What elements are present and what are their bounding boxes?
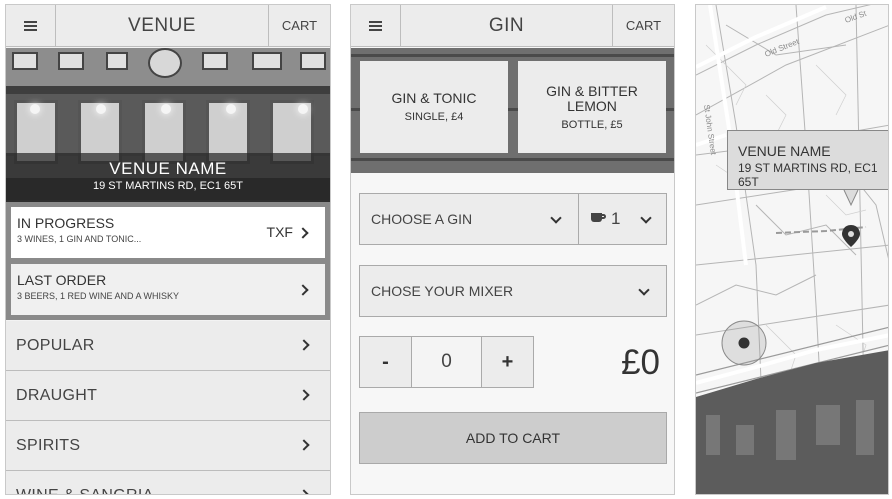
callout-venue-address: 19 ST MARTINS RD, EC1 65T: [738, 161, 878, 189]
order-code: TXF: [266, 224, 293, 240]
cart-button[interactable]: CART: [268, 5, 330, 46]
header: VENUE CART: [6, 5, 330, 47]
quantity-value[interactable]: 0: [411, 337, 482, 387]
category-spirits[interactable]: SPIRITS: [6, 421, 330, 471]
product-detail: BOTTLE, £5: [561, 118, 623, 131]
quantity-stepper: - 0 +: [359, 336, 534, 388]
last-order-card[interactable]: LAST ORDER 3 BEERS, 1 RED WINE AND A WHI…: [11, 264, 325, 315]
chevron-down-icon: [638, 284, 650, 296]
category-label: SPIRITS: [16, 436, 81, 454]
venue-callout[interactable]: VENUE NAME 19 ST MARTINS RD, EC1 65T: [727, 130, 888, 190]
venue-screen: VENUE CART VENUE NAME 19 ST MARTINS RD, …: [5, 4, 331, 495]
hamburger-icon[interactable]: [351, 5, 401, 46]
product-tile-gin-tonic[interactable]: GIN & TONIC SINGLE, £4: [360, 61, 508, 153]
map-screen: Old St Old Street St John Street VENUE N…: [695, 4, 889, 495]
in-progress-code: TXF: [266, 224, 309, 240]
hamburger-icon[interactable]: [6, 5, 56, 46]
choose-gin-select[interactable]: CHOOSE A GIN: [359, 193, 579, 245]
callout-venue-name: VENUE NAME: [738, 143, 831, 159]
category-wine-sangria[interactable]: WINE & SANGRIA: [6, 471, 330, 495]
page-title: VENUE: [128, 14, 196, 36]
mixer-label: CHOSE YOUR MIXER: [371, 283, 514, 299]
category-label: POPULAR: [16, 336, 95, 354]
mixer-select[interactable]: CHOSE YOUR MIXER: [359, 265, 667, 317]
cup-icon: [591, 212, 606, 222]
add-to-cart-button[interactable]: ADD TO CART: [359, 412, 667, 464]
street-label: Old Street: [763, 37, 800, 59]
cart-button[interactable]: CART: [612, 5, 674, 46]
gin-hero-image: GIN & TONIC SINGLE, £4 GIN & BITTER LEMO…: [351, 48, 674, 173]
category-popular[interactable]: POPULAR: [6, 321, 330, 371]
measure-value: 1: [611, 209, 621, 228]
measure-select[interactable]: 1: [578, 193, 667, 245]
last-order-title: LAST ORDER: [17, 272, 107, 288]
venue-address: 19 ST MARTINS RD, EC1 65T: [93, 180, 243, 192]
venue-caption: VENUE NAME 19 ST MARTINS RD, EC1 65T: [6, 153, 330, 200]
chevron-right-icon: [298, 339, 310, 351]
increment-button[interactable]: +: [482, 337, 533, 387]
street-label: St John Street: [702, 104, 718, 156]
chevron-right-icon: [297, 227, 309, 239]
product-name: GIN & BITTER LEMON: [546, 82, 638, 114]
chevron-right-icon: [297, 284, 309, 296]
current-location-icon[interactable]: [721, 320, 767, 366]
category-list: POPULAR DRAUGHT SPIRITS WINE & SANGRIA: [6, 321, 330, 495]
chevron-right-icon: [298, 439, 310, 451]
total-price: £0: [621, 343, 660, 382]
venue-name: VENUE NAME: [109, 159, 227, 178]
order-cards: IN PROGRESS 3 WINES, 1 GIN AND TONIC... …: [6, 202, 330, 320]
chevron-right-icon: [298, 489, 310, 494]
decrement-button[interactable]: -: [360, 337, 411, 387]
chevron-right-icon: [298, 389, 310, 401]
product-name: GIN & TONIC: [391, 90, 477, 106]
category-draught[interactable]: DRAUGHT: [6, 371, 330, 421]
gin-screen: GIN CART GIN & TONIC SINGLE, £4 GIN & BI…: [350, 4, 675, 495]
category-label: DRAUGHT: [16, 386, 98, 404]
chevron-down-icon: [550, 212, 562, 224]
venue-hero-image: VENUE NAME 19 ST MARTINS RD, EC1 65T: [6, 48, 330, 202]
product-detail: SINGLE, £4: [404, 111, 464, 123]
category-label: WINE & SANGRIA: [16, 486, 154, 495]
product-tile-gin-bitter-lemon[interactable]: GIN & BITTER LEMON BOTTLE, £5: [518, 61, 666, 153]
chevron-down-icon: [640, 212, 652, 224]
last-order-subtitle: 3 BEERS, 1 RED WINE AND A WHISKY: [17, 291, 180, 301]
page-title: GIN: [488, 14, 525, 36]
street-map[interactable]: Old St Old Street St John Street: [696, 5, 889, 495]
in-progress-card[interactable]: IN PROGRESS 3 WINES, 1 GIN AND TONIC... …: [11, 207, 325, 258]
last-order-arrow: [293, 281, 309, 297]
header: GIN CART: [351, 5, 674, 47]
choose-gin-label: CHOOSE A GIN: [371, 211, 473, 227]
